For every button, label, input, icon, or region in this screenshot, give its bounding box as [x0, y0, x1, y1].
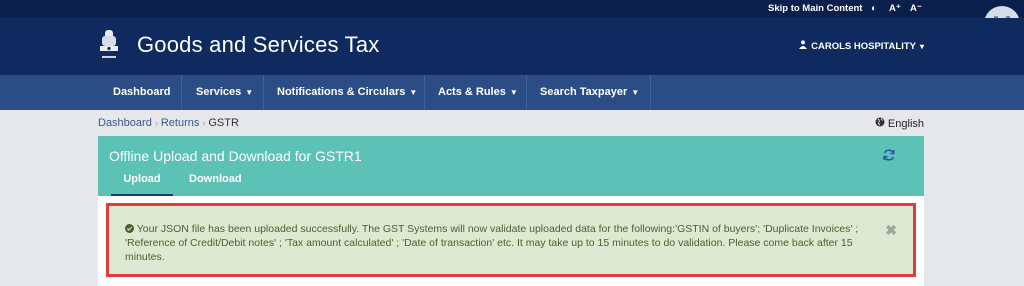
utility-bar: Skip to Main Content ◐ A⁺ A⁻	[0, 0, 1024, 18]
chevron-right-icon: ›	[202, 118, 206, 128]
nav-dashboard[interactable]: Dashboard	[113, 75, 170, 110]
breadcrumb-returns[interactable]: Returns	[161, 117, 200, 129]
font-decrease-button[interactable]: A⁻	[910, 3, 922, 14]
close-icon[interactable]: ✖	[885, 222, 897, 239]
breadcrumb-current: GSTR	[208, 117, 239, 129]
nav-notifications[interactable]: Notifications & Circulars ▼	[277, 75, 417, 110]
refresh-icon[interactable]	[882, 148, 896, 162]
gstr1-panel-header: Offline Upload and Download for GSTR1 Up…	[98, 136, 924, 196]
national-emblem-logo	[100, 30, 118, 58]
alert-message: Your JSON file has been uploaded success…	[125, 223, 859, 263]
language-selector[interactable]: English	[875, 117, 924, 130]
breadcrumb: Dashboard › Returns › GSTR	[98, 117, 239, 129]
contrast-toggle-icon[interactable]: ◐	[871, 3, 877, 14]
tab-upload[interactable]: Upload	[111, 173, 173, 196]
language-label: English	[887, 117, 924, 130]
main-navbar: Dashboard Services ▼ Notifications & Circ…	[0, 75, 1024, 110]
chevron-down-icon: ▼	[631, 88, 640, 97]
site-header: Goods and Services Tax CAROLS HOSPITALIT…	[0, 18, 1024, 75]
nav-divider	[181, 75, 182, 110]
nav-divider	[424, 75, 425, 110]
site-title: Goods and Services Tax	[137, 32, 380, 57]
user-icon	[799, 40, 808, 52]
user-menu[interactable]: CAROLS HOSPITALITY ▾	[799, 40, 924, 52]
font-increase-button[interactable]: A⁺	[889, 3, 901, 14]
chevron-down-icon: ▼	[409, 88, 418, 97]
user-name: CAROLS HOSPITALITY	[811, 40, 916, 52]
nav-divider	[526, 75, 527, 110]
tab-download[interactable]: Download	[189, 173, 242, 194]
check-circle-icon	[125, 223, 137, 235]
skip-to-main-link[interactable]: Skip to Main Content	[768, 3, 862, 14]
chevron-right-icon: ›	[154, 118, 158, 128]
globe-icon	[875, 117, 885, 130]
nav-services[interactable]: Services ▼	[196, 75, 253, 110]
nav-divider	[263, 75, 264, 110]
chevron-down-icon: ▼	[245, 88, 254, 97]
breadcrumb-dashboard[interactable]: Dashboard	[98, 117, 152, 129]
chevron-down-icon: ▾	[919, 41, 924, 51]
nav-search-taxpayer[interactable]: Search Taxpayer ▼	[540, 75, 639, 110]
nav-divider	[650, 75, 651, 110]
nav-acts-rules[interactable]: Acts & Rules ▼	[438, 75, 518, 110]
upload-success-alert: Your JSON file has been uploaded success…	[106, 203, 916, 277]
chevron-down-icon: ▼	[509, 88, 518, 97]
panel-title: Offline Upload and Download for GSTR1	[109, 148, 362, 164]
